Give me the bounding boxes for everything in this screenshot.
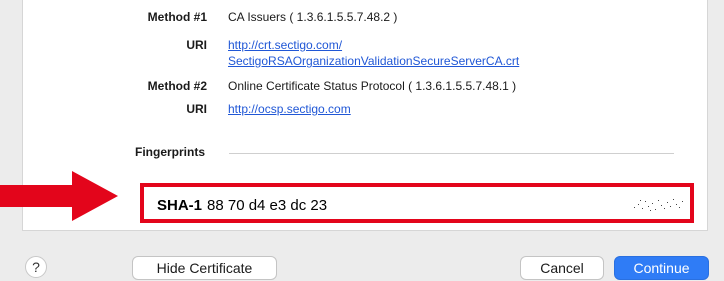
- sha1-value: 88 70 d4 e3 dc 23: [207, 197, 328, 214]
- fingerprints-heading: Fingerprints: [135, 145, 206, 159]
- method-1-value: CA Issuers ( 1.3.6.1.5.5.7.48.2 ): [228, 10, 398, 24]
- right-arrow-icon: [0, 171, 118, 221]
- certificate-sheet: Method #1 CA Issuers ( 1.3.6.1.5.5.7.48.…: [0, 0, 724, 281]
- uri-1-link-line2[interactable]: SectigoRSAOrganizationValidationSecureSe…: [228, 54, 519, 69]
- uri-1-link-line1[interactable]: http://crt.sectigo.com/: [228, 38, 342, 53]
- redacted-pattern: [634, 199, 683, 211]
- uri-2-label: URI: [186, 102, 207, 116]
- sha1-label: SHA-1: [157, 197, 203, 214]
- fingerprints-divider: [229, 153, 674, 154]
- continue-button[interactable]: Continue: [614, 256, 709, 280]
- method-2-value: Online Certificate Status Protocol ( 1.3…: [228, 79, 517, 93]
- method-1-label: Method #1: [147, 10, 207, 24]
- help-icon[interactable]: ?: [25, 256, 47, 278]
- uri-1-label: URI: [186, 38, 207, 52]
- uri-2-link[interactable]: http://ocsp.sectigo.com: [228, 102, 351, 117]
- cancel-button[interactable]: Cancel: [520, 256, 604, 280]
- method-2-label: Method #2: [147, 79, 207, 93]
- sha1-fingerprint-highlight: SHA-1 88 70 d4 e3 dc 23: [140, 183, 694, 223]
- hide-certificate-button[interactable]: Hide Certificate: [132, 256, 277, 280]
